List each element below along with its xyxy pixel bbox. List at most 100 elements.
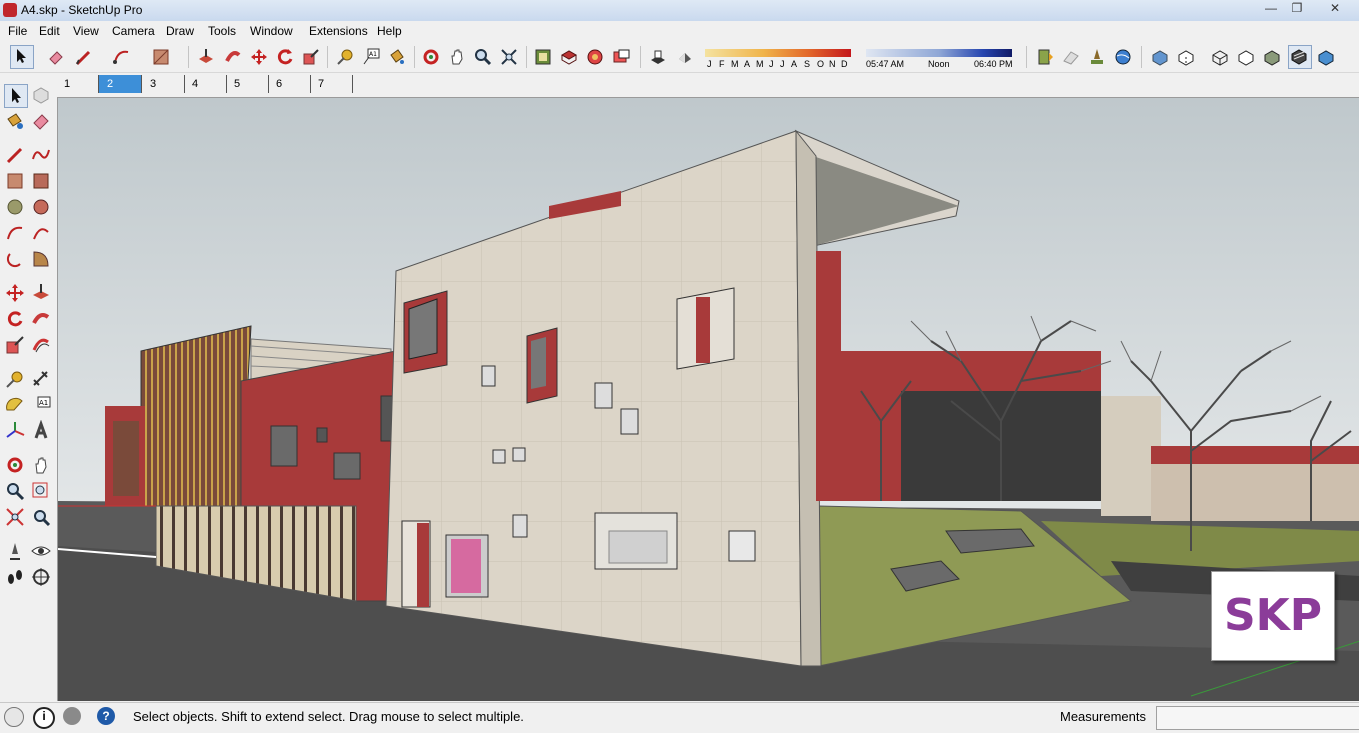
- minimize-button[interactable]: —: [1258, 0, 1284, 18]
- position-camera-tool-button[interactable]: [4, 540, 26, 562]
- orbit-tool-button[interactable]: [421, 47, 441, 67]
- orbit-tool-button[interactable]: [4, 454, 26, 476]
- walk-tool-button[interactable]: [4, 566, 26, 588]
- scene-tab-5[interactable]: 5: [226, 75, 269, 93]
- eraser-tool-button[interactable]: [46, 47, 66, 67]
- component-tool-button[interactable]: [30, 84, 52, 106]
- section-plane-tool-button[interactable]: [30, 566, 52, 588]
- user-account-icon[interactable]: [63, 707, 81, 725]
- fog-toggle-button[interactable]: [675, 47, 695, 67]
- line-tool-button[interactable]: [74, 47, 94, 67]
- geo-globe-button[interactable]: [1113, 47, 1133, 67]
- two-point-arc-tool-button[interactable]: [30, 222, 52, 244]
- add-location-button[interactable]: [1087, 47, 1107, 67]
- freehand-tool-button[interactable]: [30, 144, 52, 166]
- rotated-rectangle-tool-button[interactable]: [30, 170, 52, 192]
- pan-tool-button[interactable]: [447, 47, 467, 67]
- previous-view-tool-button[interactable]: [30, 506, 52, 528]
- tape-measure-tool-button[interactable]: [335, 47, 355, 67]
- arc-tool-button[interactable]: [4, 222, 26, 244]
- move-icon: [6, 284, 24, 302]
- menu-window[interactable]: Window: [250, 24, 293, 38]
- scene-tab-4[interactable]: 4: [184, 75, 227, 93]
- three-point-arc-tool-button[interactable]: [4, 248, 26, 270]
- rectangle-tool-button[interactable]: [151, 47, 171, 67]
- credits-info-icon[interactable]: i: [33, 707, 55, 729]
- select-tool-button[interactable]: [4, 84, 28, 108]
- send-to-layout-button[interactable]: [611, 47, 631, 67]
- follow-me-tool-button[interactable]: [30, 308, 52, 330]
- hidden-line-button[interactable]: [1236, 47, 1256, 67]
- rotate-tool-button[interactable]: [275, 47, 295, 67]
- shaded-with-textures-button[interactable]: [1288, 45, 1312, 69]
- scene-tab-3[interactable]: 3: [142, 75, 185, 93]
- menu-file[interactable]: File: [8, 24, 27, 38]
- scale-tool-button[interactable]: [301, 47, 321, 67]
- zoom-tool-button[interactable]: [473, 47, 493, 67]
- rectangle-tool-button[interactable]: [4, 170, 26, 192]
- scene-tab-1[interactable]: 1: [56, 75, 99, 93]
- display-section-button[interactable]: [1061, 47, 1081, 67]
- push-pull-tool-button[interactable]: [196, 47, 216, 67]
- shadows-toggle-button[interactable]: [648, 47, 668, 67]
- zoom-extents-tool-button[interactable]: [499, 47, 519, 67]
- move-tool-button[interactable]: [249, 47, 269, 67]
- zoom-tool-button[interactable]: [4, 480, 26, 502]
- back-edges-button[interactable]: [1176, 47, 1196, 67]
- menu-edit[interactable]: Edit: [39, 24, 60, 38]
- menu-camera[interactable]: Camera: [112, 24, 155, 38]
- zoom-extents-tool-button[interactable]: [4, 506, 26, 528]
- paint-bucket-tool-button[interactable]: [4, 110, 26, 132]
- shaded-button[interactable]: [1262, 47, 1282, 67]
- look-around-tool-button[interactable]: [30, 540, 52, 562]
- share-model-button[interactable]: [585, 47, 605, 67]
- pan-tool-button[interactable]: [30, 454, 52, 476]
- menu-extensions[interactable]: Extensions: [309, 24, 368, 38]
- menu-help[interactable]: Help: [377, 24, 402, 38]
- circle-tool-button[interactable]: [4, 196, 26, 218]
- monochrome-button[interactable]: [1316, 47, 1336, 67]
- shadow-month-slider[interactable]: J F M A M J J A S O N D: [705, 47, 853, 71]
- menu-tools[interactable]: Tools: [208, 24, 236, 38]
- select-tool-button[interactable]: [10, 45, 34, 69]
- extension-warehouse-button[interactable]: [559, 47, 579, 67]
- paint-bucket-tool-button[interactable]: [387, 47, 407, 67]
- text-tool-button[interactable]: A1: [361, 47, 381, 67]
- wireframe-button[interactable]: [1210, 47, 1230, 67]
- move-tool-button[interactable]: [4, 282, 26, 304]
- zoom-window-tool-button[interactable]: [30, 480, 52, 502]
- close-button[interactable]: ✕: [1320, 0, 1350, 18]
- tape-measure-tool-button[interactable]: [4, 368, 26, 390]
- shadow-time-slider[interactable]: 05:47 AM Noon 06:40 PM: [866, 47, 1014, 71]
- follow-me-tool-button[interactable]: [223, 47, 243, 67]
- pie-tool-button[interactable]: [30, 248, 52, 270]
- x-ray-button[interactable]: [1150, 47, 1170, 67]
- menu-view[interactable]: View: [73, 24, 99, 38]
- scene-tab-6[interactable]: 6: [268, 75, 311, 93]
- arc-tool-button[interactable]: [112, 47, 132, 67]
- line-tool-button[interactable]: [4, 144, 26, 166]
- polygon-tool-button[interactable]: [30, 196, 52, 218]
- rotate-tool-button[interactable]: [4, 308, 26, 330]
- section-plane-button[interactable]: [1035, 47, 1055, 67]
- offset-tool-button[interactable]: [30, 334, 52, 356]
- scene-tab-7[interactable]: 7: [310, 75, 353, 93]
- menu-draw[interactable]: Draw: [166, 24, 194, 38]
- eraser-tool-button[interactable]: [30, 110, 52, 132]
- push-pull-tool-button[interactable]: [30, 282, 52, 304]
- 3d-warehouse-button[interactable]: [533, 47, 553, 67]
- dimension-tool-button[interactable]: [30, 368, 52, 390]
- scene-tab-2[interactable]: 2: [99, 75, 142, 93]
- instructor-help-icon[interactable]: ?: [97, 707, 115, 725]
- protractor-tool-button[interactable]: [4, 394, 26, 416]
- axes-tool-button[interactable]: [4, 420, 26, 442]
- geo-location-icon[interactable]: [4, 707, 24, 727]
- text-tool-button[interactable]: A1: [30, 394, 52, 416]
- measurements-input[interactable]: [1156, 706, 1359, 730]
- maximize-button[interactable]: ❐: [1284, 0, 1310, 18]
- window-glass: [408, 298, 438, 360]
- drawing-viewport[interactable]: [57, 97, 1359, 701]
- 3d-text-tool-button[interactable]: [30, 420, 52, 442]
- scale-tool-button[interactable]: [4, 334, 26, 356]
- model-scene[interactable]: [58, 98, 1359, 701]
